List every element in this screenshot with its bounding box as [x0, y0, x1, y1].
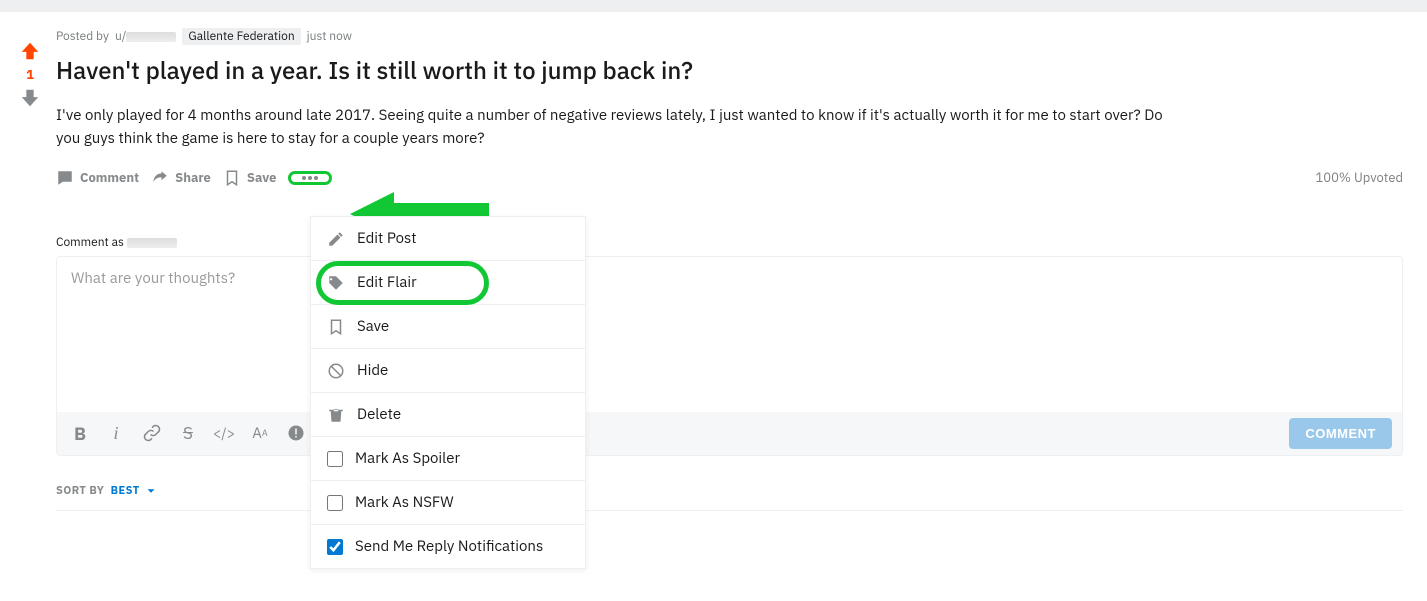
menu-save[interactable]: Save — [311, 305, 585, 349]
user-flair: Gallente Federation — [182, 28, 300, 45]
link-button[interactable] — [139, 420, 165, 446]
tag-icon — [327, 274, 345, 292]
trash-icon — [327, 406, 345, 424]
nsfw-checkbox[interactable] — [327, 495, 343, 511]
menu-hide[interactable]: Hide — [311, 349, 585, 393]
caret-down-icon — [144, 484, 158, 498]
menu-delete[interactable]: Delete — [311, 393, 585, 437]
link-icon — [143, 424, 161, 442]
vote-column: 1 — [16, 40, 44, 109]
comment-as-label: Comment as — [56, 235, 1403, 250]
downvote-button[interactable] — [19, 87, 41, 109]
code-button[interactable]: </> — [211, 420, 237, 446]
sort-label: Sort by — [56, 484, 104, 498]
editor-toolbar: B i S </> AA to markdown Comment — [57, 412, 1402, 455]
bookmark-icon — [223, 169, 241, 187]
post-time: just now — [307, 29, 352, 44]
posted-by-label: Posted by — [56, 29, 109, 44]
strikethrough-button[interactable]: S — [175, 420, 201, 446]
sort-dropdown[interactable]: Best — [111, 484, 158, 498]
submit-comment-button[interactable]: Comment — [1289, 418, 1392, 449]
comment-editor: What are your thoughts? B i S </> AA to … — [56, 256, 1403, 456]
menu-edit-flair[interactable]: Edit Flair — [311, 261, 585, 305]
upvote-percentage: 100% Upvoted — [1315, 169, 1403, 186]
redacted-commenter — [127, 238, 177, 248]
superscript-button[interactable]: AA — [247, 420, 273, 446]
spoiler-checkbox[interactable] — [327, 451, 343, 467]
comment-button[interactable]: Comment — [56, 169, 139, 187]
share-icon — [151, 169, 169, 187]
redacted-username — [126, 32, 176, 42]
upvote-button[interactable] — [19, 40, 41, 62]
sort-row: Sort by Best — [56, 484, 1403, 498]
notify-checkbox[interactable] — [327, 539, 343, 555]
italic-button[interactable]: i — [103, 420, 129, 446]
more-actions-menu: Edit Post Edit Flair Save Hide Delete Ma… — [310, 216, 586, 569]
exclamation-circle-icon — [287, 424, 305, 442]
post-body: I've only played for 4 months around lat… — [56, 104, 1186, 151]
pencil-icon — [327, 230, 345, 248]
divider — [56, 510, 1403, 511]
menu-mark-nsfw[interactable]: Mark As NSFW — [311, 481, 585, 525]
comment-textarea[interactable]: What are your thoughts? — [57, 257, 1402, 412]
bold-button[interactable]: B — [67, 420, 93, 446]
spoiler-tool-button[interactable] — [283, 420, 309, 446]
post-meta: Posted by u/ Gallente Federation just no… — [56, 28, 1403, 45]
post-title: Haven't played in a year. Is it still wo… — [56, 55, 1403, 86]
hide-icon — [327, 362, 345, 380]
menu-edit-post[interactable]: Edit Post — [311, 217, 585, 261]
vote-score: 1 — [26, 66, 34, 83]
share-button[interactable]: Share — [151, 169, 211, 187]
menu-reply-notifications[interactable]: Send Me Reply Notifications — [311, 525, 585, 568]
comment-icon — [56, 169, 74, 187]
more-actions-button[interactable] — [288, 171, 332, 185]
author-link[interactable]: u/ — [115, 29, 176, 44]
menu-mark-spoiler[interactable]: Mark As Spoiler — [311, 437, 585, 481]
ellipsis-icon — [301, 167, 319, 184]
save-button[interactable]: Save — [223, 169, 277, 187]
bookmark-icon — [327, 318, 345, 336]
post-action-bar: Comment Share Save 100% Upvoted — [56, 169, 1403, 187]
